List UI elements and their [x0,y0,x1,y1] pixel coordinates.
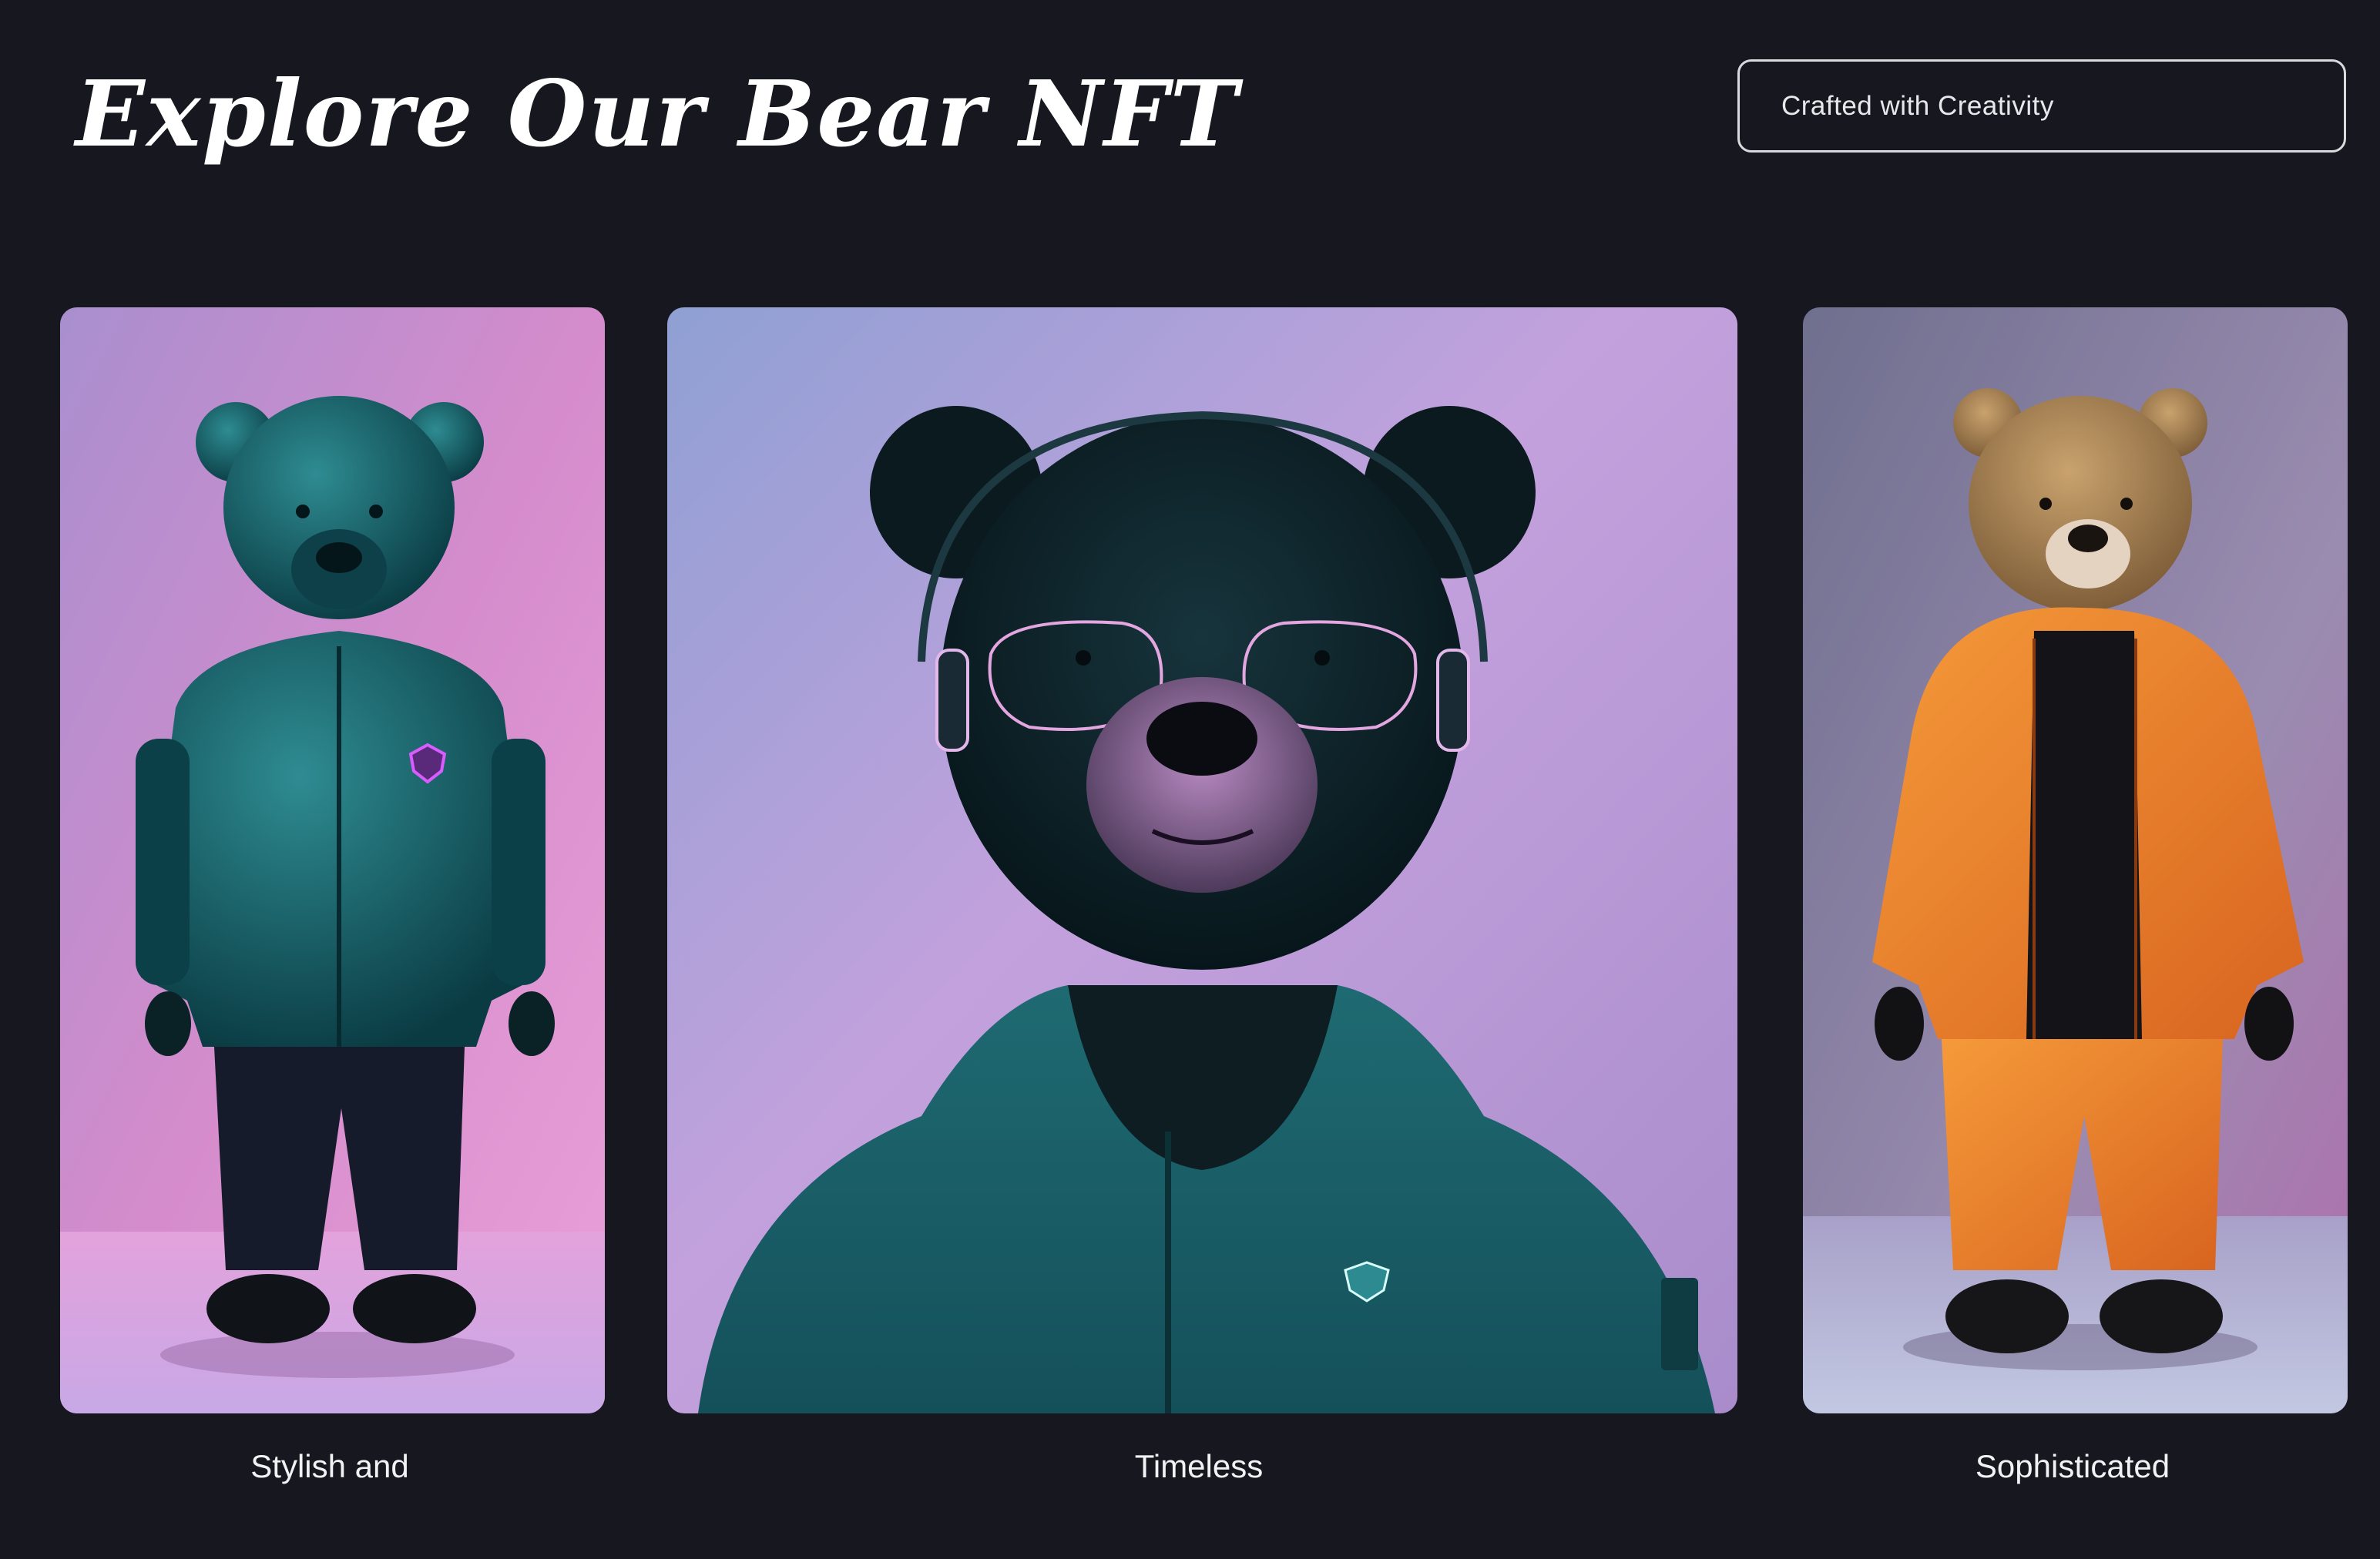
page-title: Explore Our Bear NFT [76,60,1240,167]
card-caption: Sophisticated [1975,1448,2170,1484]
tagline-badge: Crafted with Creativity [1737,59,2346,153]
card-caption: Timeless [1134,1448,1264,1484]
tagline-text: Crafted with Creativity [1781,90,2054,121]
nft-image-headphone-bear [667,307,1737,1413]
nft-image-teal-bear [60,307,605,1413]
card-caption: Stylish and [250,1448,409,1484]
nft-card-stylish[interactable] [60,307,605,1413]
nft-card-timeless[interactable] [667,307,1737,1413]
nft-image-orange-jacket-bear [1803,307,2348,1413]
nft-card-sophisticated[interactable] [1803,307,2348,1413]
